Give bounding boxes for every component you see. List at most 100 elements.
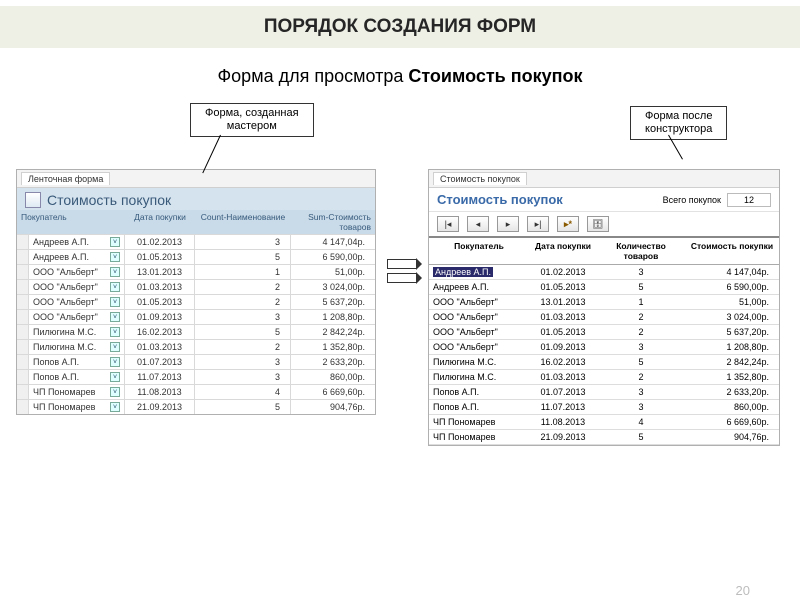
- row-selector[interactable]: [17, 340, 29, 354]
- dropdown-icon[interactable]: ˅: [110, 267, 120, 277]
- cell-buyer: Пилюгина М.С.: [429, 370, 529, 384]
- cell-buyer[interactable]: Попов А.П.˅: [29, 355, 125, 369]
- table-row[interactable]: Попов А.П.01.07.201332 633,20р.: [429, 385, 779, 400]
- table-row[interactable]: ООО "Альберт"˅01.03.201323 024,00р.: [17, 279, 375, 294]
- table-row[interactable]: ООО "Альберт"˅13.01.2013151,00р.: [17, 264, 375, 279]
- table-row[interactable]: Пилюгина М.С.16.02.201352 842,24р.: [429, 355, 779, 370]
- cell-date: 16.02.2013: [125, 325, 195, 339]
- nav-first-button[interactable]: |◂: [437, 216, 459, 232]
- cell-sum: 2 842,24р.: [685, 355, 779, 369]
- cell-buyer: ООО "Альберт": [429, 310, 529, 324]
- row-selector[interactable]: [17, 235, 29, 249]
- cell-sum: 1 208,80р.: [685, 340, 779, 354]
- cell-date: 11.07.2013: [125, 370, 195, 384]
- table-row[interactable]: ООО "Альберт"01.09.201331 208,80р.: [429, 340, 779, 355]
- table-row[interactable]: Андреев А.П.˅01.05.201356 590,00р.: [17, 249, 375, 264]
- cell-buyer[interactable]: Андреев А.П.˅: [29, 250, 125, 264]
- callout-right-l1: Форма после: [645, 110, 712, 123]
- row-selector[interactable]: [17, 400, 29, 414]
- form-title: Стоимость покупок: [47, 192, 171, 208]
- dropdown-icon[interactable]: ˅: [110, 342, 120, 352]
- cell-date: 11.08.2013: [125, 385, 195, 399]
- banner-title: ПОРЯДОК СОЗДАНИЯ ФОРМ: [0, 16, 800, 38]
- table-row[interactable]: ООО "Альберт"˅01.09.201331 208,80р.: [17, 309, 375, 324]
- nav-filter-button[interactable]: 🗄: [587, 216, 609, 232]
- cell-buyer[interactable]: Попов А.П.˅: [29, 370, 125, 384]
- row-selector[interactable]: [17, 325, 29, 339]
- dropdown-icon[interactable]: ˅: [110, 357, 120, 367]
- table-row[interactable]: Пилюгина М.С.˅01.03.201321 352,80р.: [17, 339, 375, 354]
- dropdown-icon[interactable]: ˅: [110, 372, 120, 382]
- row-selector[interactable]: [17, 355, 29, 369]
- cell-count: 3: [195, 370, 291, 384]
- table-row[interactable]: ЧП Пономарев˅21.09.20135904,76р.: [17, 399, 375, 414]
- table-row[interactable]: ООО "Альберт"˅01.05.201325 637,20р.: [17, 294, 375, 309]
- table-row[interactable]: Попов А.П.11.07.20133860,00р.: [429, 400, 779, 415]
- dropdown-icon[interactable]: ˅: [110, 297, 120, 307]
- row-selector[interactable]: [17, 370, 29, 384]
- table-row[interactable]: ЧП Пономарев11.08.201346 669,60р.: [429, 415, 779, 430]
- dropdown-icon[interactable]: ˅: [110, 312, 120, 322]
- dropdown-icon[interactable]: ˅: [110, 252, 120, 262]
- row-selector[interactable]: [17, 310, 29, 324]
- row-selector[interactable]: [17, 265, 29, 279]
- cell-sum: 860,00р.: [685, 400, 779, 414]
- cell-sum: 1 208,80р.: [291, 310, 375, 324]
- table-row[interactable]: Попов А.П.˅11.07.20133860,00р.: [17, 369, 375, 384]
- wizard-form: Ленточная форма Стоимость покупок Покупа…: [16, 169, 376, 415]
- designer-form: Стоимость покупок Стоимость покупок Всег…: [428, 169, 780, 446]
- cell-sum: 860,00р.: [291, 370, 375, 384]
- subtitle-lead: Форма для просмотра: [217, 66, 408, 86]
- table-row[interactable]: ЧП Пономарев˅11.08.201346 669,60р.: [17, 384, 375, 399]
- table-row[interactable]: ООО "Альберт"01.03.201323 024,00р.: [429, 310, 779, 325]
- cell-buyer[interactable]: ЧП Пономарев˅: [29, 400, 125, 414]
- dropdown-icon[interactable]: ˅: [110, 282, 120, 292]
- col-count: Количество товаров: [597, 238, 685, 264]
- record-navigator: |◂ ◂ ▸ ▸| ▸* 🗄: [429, 212, 779, 238]
- table-row[interactable]: ООО "Альберт"01.05.201325 637,20р.: [429, 325, 779, 340]
- cell-count: 2: [597, 310, 685, 324]
- cell-buyer[interactable]: ООО "Альберт"˅: [29, 265, 125, 279]
- nav-new-button[interactable]: ▸*: [557, 216, 579, 232]
- row-selector[interactable]: [17, 295, 29, 309]
- row-selector[interactable]: [17, 250, 29, 264]
- cell-buyer[interactable]: ООО "Альберт"˅: [29, 310, 125, 324]
- cell-count: 3: [195, 235, 291, 249]
- table-row[interactable]: Андреев А.П.01.02.201334 147,04р.: [429, 265, 779, 280]
- dropdown-icon[interactable]: ˅: [110, 237, 120, 247]
- cell-buyer[interactable]: Пилюгина М.С.˅: [29, 325, 125, 339]
- table-row[interactable]: ЧП Пономарев21.09.20135904,76р.: [429, 430, 779, 445]
- nav-next-button[interactable]: ▸: [497, 216, 519, 232]
- cell-buyer[interactable]: ООО "Альберт"˅: [29, 295, 125, 309]
- row-selector[interactable]: [17, 385, 29, 399]
- row-selector[interactable]: [17, 280, 29, 294]
- nav-prev-button[interactable]: ◂: [467, 216, 489, 232]
- cell-buyer[interactable]: ООО "Альберт"˅: [29, 280, 125, 294]
- form-tab[interactable]: Ленточная форма: [21, 172, 110, 185]
- form-tab[interactable]: Стоимость покупок: [433, 172, 527, 185]
- dropdown-icon[interactable]: ˅: [110, 327, 120, 337]
- table-row[interactable]: Пилюгина М.С.˅16.02.201352 842,24р.: [17, 324, 375, 339]
- cell-count: 3: [597, 400, 685, 414]
- table-row[interactable]: Андреев А.П.˅01.02.201334 147,04р.: [17, 234, 375, 249]
- dropdown-icon[interactable]: ˅: [110, 387, 120, 397]
- form-header: Стоимость покупок Всего покупок 12: [429, 188, 779, 212]
- nav-last-button[interactable]: ▸|: [527, 216, 549, 232]
- cell-count: 5: [195, 250, 291, 264]
- cell-date: 21.09.2013: [529, 430, 597, 444]
- col-count: Count-Наименование: [195, 210, 291, 234]
- table-row[interactable]: Попов А.П.˅01.07.201332 633,20р.: [17, 354, 375, 369]
- cell-buyer[interactable]: ЧП Пономарев˅: [29, 385, 125, 399]
- cell-buyer[interactable]: Андреев А.П.˅: [29, 235, 125, 249]
- table-row[interactable]: Андреев А.П.01.05.201356 590,00р.: [429, 280, 779, 295]
- cell-count: 3: [195, 355, 291, 369]
- cell-sum: 6 669,60р.: [291, 385, 375, 399]
- col-sum: Стоимость покупки: [685, 238, 779, 264]
- table-row[interactable]: Пилюгина М.С.01.03.201321 352,80р.: [429, 370, 779, 385]
- dropdown-icon[interactable]: ˅: [110, 402, 120, 412]
- cell-date: 01.03.2013: [529, 370, 597, 384]
- cell-buyer[interactable]: Пилюгина М.С.˅: [29, 340, 125, 354]
- col-buyer: Покупатель: [429, 238, 529, 264]
- col-buyer: Покупатель: [17, 210, 125, 234]
- table-row[interactable]: ООО "Альберт"13.01.2013151,00р.: [429, 295, 779, 310]
